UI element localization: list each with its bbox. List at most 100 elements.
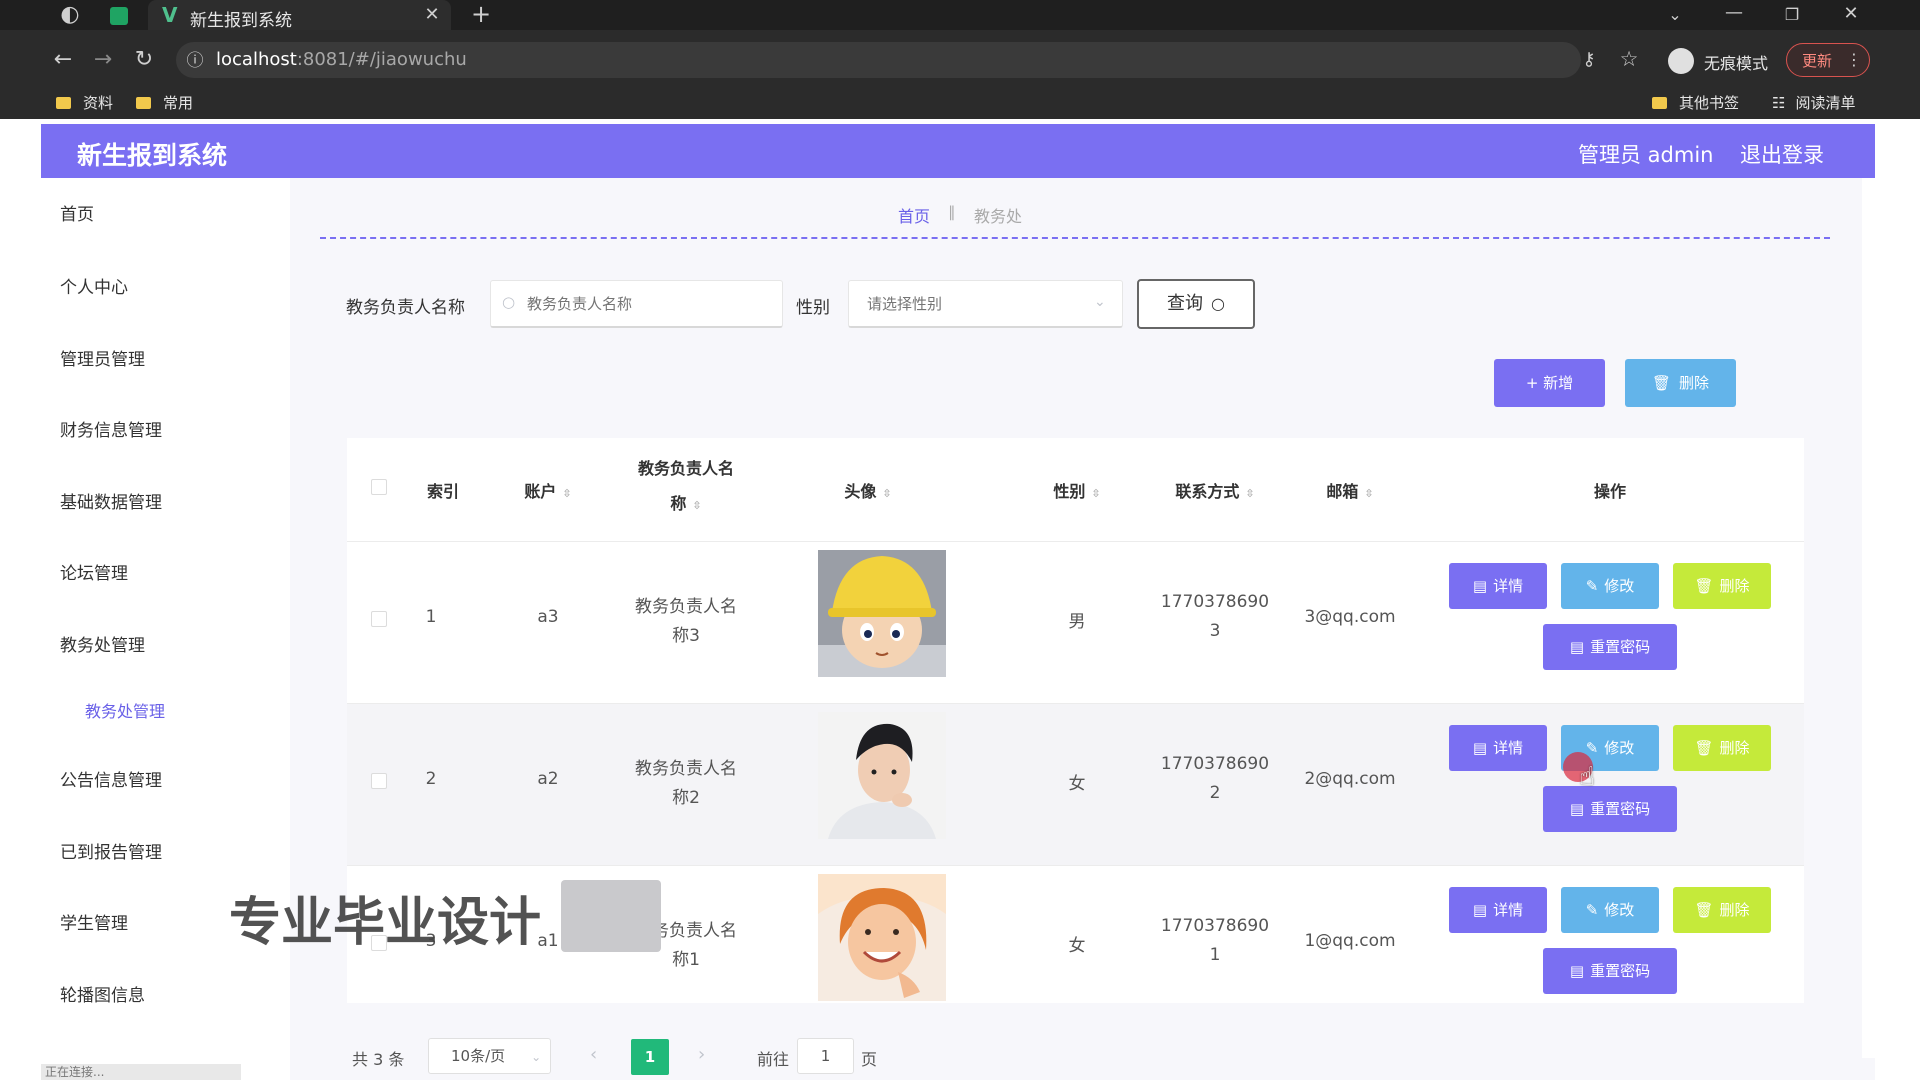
site-info-icon[interactable]: ⓘ	[184, 50, 206, 72]
header-phone[interactable]: 联系方式 ⇳	[1150, 478, 1280, 502]
sidebar-item-home[interactable]: 首页	[60, 200, 94, 225]
sidebar-item-finance-mgmt[interactable]: 财务信息管理	[60, 416, 162, 441]
header-gender[interactable]: 性别 ⇳	[1027, 478, 1127, 502]
header-name-line1[interactable]: 教务负责人名	[622, 455, 750, 479]
detail-button[interactable]: ▤ 详情	[1449, 887, 1547, 933]
cell-name-line1: 教务负责人名	[635, 597, 737, 617]
sidebar-item-admin-mgmt[interactable]: 管理员管理	[60, 345, 145, 370]
add-button[interactable]: + 新增	[1494, 359, 1605, 407]
logout-link[interactable]: 退出登录	[1740, 139, 1824, 169]
reset-password-button[interactable]: ▤ 重置密码	[1543, 624, 1677, 670]
header-gender-label: 性别	[1053, 482, 1086, 501]
new-tab-icon[interactable]: +	[469, 2, 493, 26]
incognito-icon[interactable]	[1668, 48, 1694, 74]
chevron-down-icon: ⌄	[1094, 294, 1106, 310]
batch-delete-button[interactable]: 🗑 删除	[1625, 359, 1736, 407]
sidebar-item-notice-mgmt[interactable]: 公告信息管理	[60, 766, 162, 791]
trash-icon: 🗑	[1694, 739, 1714, 757]
tab-close-icon[interactable]: ✕	[422, 4, 442, 26]
detail-button[interactable]: ▤ 详情	[1449, 563, 1547, 609]
reset-password-button[interactable]: ▤ 重置密码	[1543, 786, 1677, 832]
browser-more-icon[interactable]: ⋮	[1846, 49, 1862, 71]
cell-account: a3	[537, 607, 559, 627]
reload-icon[interactable]: ↻	[131, 49, 157, 71]
prev-page-icon[interactable]: ‹	[590, 1044, 597, 1065]
sheets-tab-icon[interactable]	[110, 7, 128, 25]
page-scrollbar[interactable]	[1862, 178, 1875, 1058]
bookmark-folder-2[interactable]: 常用	[136, 92, 193, 113]
reading-list[interactable]: ☷ 阅读清单	[1772, 92, 1855, 113]
sidebar-item-basic-data-mgmt[interactable]: 基础数据管理	[60, 488, 162, 513]
delete-button[interactable]: 🗑 删除	[1673, 725, 1771, 771]
header-email[interactable]: 邮箱 ⇳	[1300, 478, 1400, 502]
sort-icon: ⇳	[1364, 487, 1374, 500]
bookmark-star-icon[interactable]: ☆	[1617, 48, 1641, 70]
header-avatar[interactable]: 头像 ⇳	[818, 478, 918, 502]
search-icon: ○	[502, 293, 516, 311]
sidebar-item-forum-mgmt[interactable]: 论坛管理	[60, 559, 128, 584]
reset-password-button[interactable]: ▤ 重置密码	[1543, 948, 1677, 994]
next-page-icon[interactable]: ›	[698, 1044, 705, 1065]
cell-phone-line2: 2	[1209, 783, 1221, 803]
edit-button[interactable]: ✎ 修改	[1561, 887, 1659, 933]
sidebar-subitem-academic-office[interactable]: 教务处管理	[85, 698, 165, 722]
back-icon[interactable]: ←	[50, 49, 76, 71]
tab-title: 新生报到系统	[190, 11, 292, 31]
edit-button[interactable]: ✎ 修改	[1561, 563, 1659, 609]
header-avatar-label: 头像	[844, 482, 877, 501]
minimize-icon[interactable]: —	[1722, 2, 1746, 24]
folder-icon	[1652, 97, 1667, 109]
admin-user-label: 管理员 admin	[1578, 143, 1714, 167]
sidebar-item-profile[interactable]: 个人中心	[60, 273, 128, 298]
goto-page-input[interactable]: 1	[797, 1038, 854, 1074]
screen: ◐ V 新生报到系统 ✕ + ⌄ — ❐ ✕ ← → ↻ ⓘ localhost…	[0, 0, 1920, 1080]
sort-icon: ⇳	[692, 499, 702, 512]
pencil-icon: ✎	[1585, 901, 1599, 919]
breadcrumb-home[interactable]: 首页	[898, 203, 930, 227]
avatar[interactable]	[818, 550, 946, 677]
bookmark-folder-1[interactable]: 资料	[56, 92, 113, 113]
page-size-select[interactable]: 10条/页 ⌄	[428, 1038, 551, 1074]
delete-label: 删除	[1719, 901, 1750, 919]
header-account[interactable]: 账户 ⇳	[498, 478, 598, 502]
detail-button[interactable]: ▤ 详情	[1449, 725, 1547, 771]
forward-icon[interactable]: →	[90, 49, 116, 71]
browser-menu-icon[interactable]: ◐	[58, 4, 82, 26]
url-text[interactable]: localhost:8081/#/jiaowuchu	[216, 49, 467, 70]
restore-icon[interactable]: ❐	[1780, 4, 1804, 26]
delete-button[interactable]: 🗑 删除	[1673, 887, 1771, 933]
tab-search-chevron-icon[interactable]: ⌄	[1663, 4, 1687, 26]
row-checkbox[interactable]	[371, 773, 387, 789]
other-bookmarks[interactable]: 其他书签	[1652, 92, 1739, 113]
detail-label: 详情	[1493, 577, 1524, 595]
trash-icon: 🗑	[1651, 374, 1672, 392]
sidebar-item-academic-office-mgmt[interactable]: 教务处管理	[60, 631, 145, 656]
goto-prefix: 前往	[757, 1050, 790, 1069]
mouse-cursor-icon: ☝	[1579, 762, 1595, 792]
gender-select-input[interactable]	[849, 281, 1122, 326]
query-button[interactable]: 查询 ○	[1137, 279, 1255, 329]
page-number-current[interactable]: 1	[631, 1039, 669, 1075]
delete-button[interactable]: 🗑 删除	[1673, 563, 1771, 609]
window-close-icon[interactable]: ✕	[1839, 3, 1863, 25]
sidebar-item-student-mgmt[interactable]: 学生管理	[60, 909, 128, 934]
goto-suffix: 页	[861, 1050, 878, 1069]
header-actions: 操作	[1593, 482, 1626, 501]
header-email-label: 邮箱	[1326, 482, 1359, 501]
gender-select[interactable]	[848, 280, 1123, 328]
key-icon[interactable]: ⚷	[1577, 49, 1601, 71]
header-name-line2[interactable]: 称 ⇳	[622, 490, 750, 514]
avatar[interactable]	[818, 874, 946, 1001]
name-search-field[interactable]	[490, 280, 783, 328]
trash-icon: 🗑	[1694, 901, 1714, 919]
select-all-checkbox[interactable]	[371, 479, 387, 495]
sidebar-item-arrival-report-mgmt[interactable]: 已到报告管理	[60, 838, 162, 863]
sidebar-item-carousel-info[interactable]: 轮播图信息	[60, 981, 145, 1006]
cell-phone-line1: 1770378690	[1160, 592, 1270, 612]
gender-label: 性别	[796, 298, 830, 318]
avatar[interactable]	[818, 712, 946, 839]
row-checkbox[interactable]	[371, 611, 387, 627]
cell-phone-line2: 3	[1209, 621, 1221, 641]
blurred-region	[561, 880, 661, 952]
name-search-input[interactable]	[491, 281, 782, 326]
